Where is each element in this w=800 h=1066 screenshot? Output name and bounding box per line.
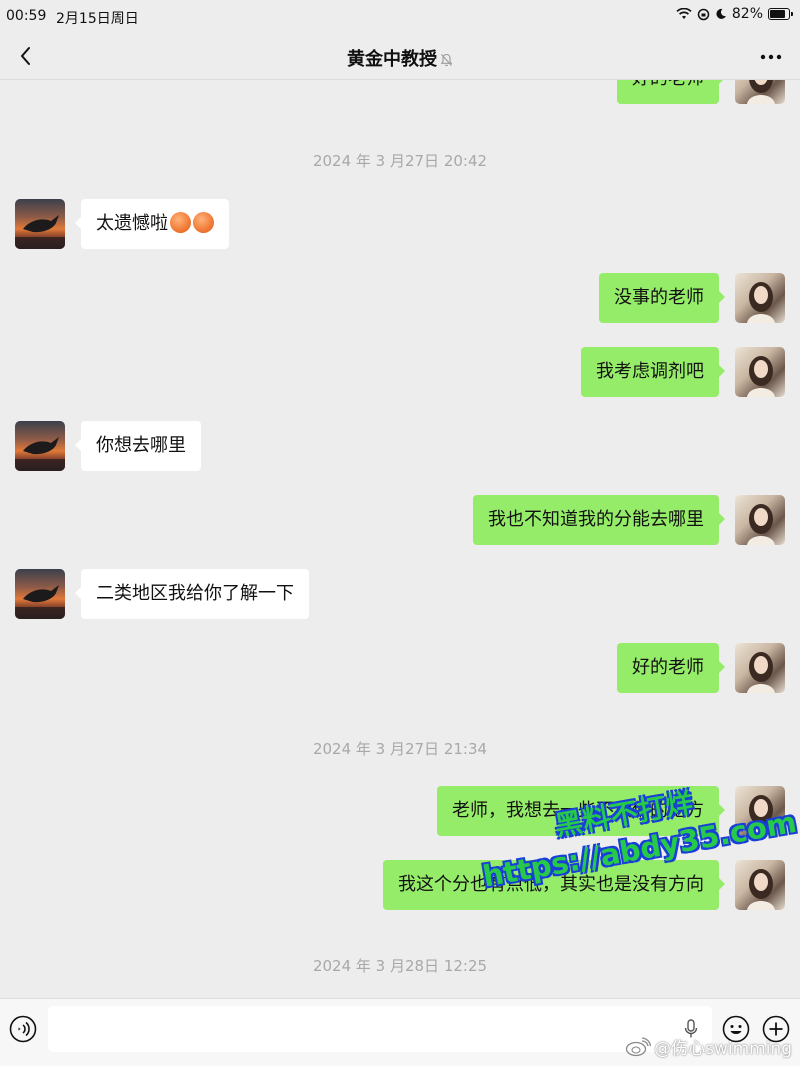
message-bubble-outgoing[interactable]: 我也不知道我的分能去哪里 (473, 495, 725, 545)
voice-icon[interactable] (9, 1015, 37, 1043)
avatar-contact[interactable] (15, 569, 65, 619)
status-date: 2月15日周日 (56, 11, 139, 27)
message-bubble-incoming[interactable]: 二类地区我给你了解一下 (75, 569, 309, 619)
message-bubble-outgoing[interactable]: 我考虑调剂吧 (581, 347, 725, 397)
battery-icon (768, 8, 793, 20)
avatar-portrait-icon (747, 80, 775, 104)
message-bubble-outgoing[interactable]: 没事的老师 (599, 273, 725, 323)
avatar-portrait-icon (747, 795, 775, 836)
avatar-contact[interactable] (15, 199, 65, 249)
chat-title-group: 黄金中教授 (0, 45, 800, 71)
message-bubble-incoming[interactable]: 太遗憾啦 (75, 199, 229, 249)
avatar-self[interactable] (735, 786, 785, 836)
message-bubble-outgoing[interactable]: 我这个分也有点低，其实也是没有方向 (383, 860, 725, 910)
message-row: 我考虑调剂吧 (0, 347, 800, 399)
emoji-face-icon (193, 211, 214, 233)
message-row: 你想去哪里 (0, 421, 800, 473)
message-bubble-incoming[interactable]: 你想去哪里 (75, 421, 201, 471)
message-row: 好的老师 (0, 80, 800, 106)
message-row: 二类地区我给你了解一下 (0, 569, 800, 621)
message-row: 我也不知道我的分能去哪里 (0, 495, 800, 547)
message-row: 老师，我想去一些不太偏的地方 (0, 786, 800, 838)
weibo-logo-icon (625, 1036, 652, 1056)
message-bubble-outgoing[interactable]: 好的老师 (617, 643, 725, 693)
battery-level (770, 10, 785, 18)
moon-icon (716, 8, 726, 19)
avatar-self[interactable] (735, 643, 785, 693)
avatar-whale-icon (15, 215, 65, 249)
message-row: 太遗憾啦 (0, 199, 800, 251)
wifi-icon (676, 8, 692, 19)
avatar-portrait-icon (747, 869, 775, 910)
chat-title: 黄金中教授 (347, 49, 437, 70)
chat-header: 黄金中教授 (0, 32, 800, 80)
avatar-self[interactable] (735, 80, 785, 104)
avatar-portrait-icon (747, 356, 775, 397)
timestamp: 2024 年 3 月28日 12:25 (312, 957, 488, 975)
avatar-portrait-icon (747, 504, 775, 545)
status-bar: 00:59 2月15日周日 82% (0, 0, 800, 32)
lock-rotation-icon (697, 8, 710, 20)
status-time: 00:59 (6, 8, 47, 24)
message-row: 没事的老师 (0, 273, 800, 325)
avatar-portrait-icon (747, 652, 775, 693)
avatar-portrait-icon (747, 282, 775, 323)
avatar-self[interactable] (735, 860, 785, 910)
status-icons: 82% (676, 6, 793, 22)
weibo-handle: @伤心swimming (654, 1039, 792, 1059)
message-input[interactable] (48, 1006, 712, 1052)
battery-percent: 82% (731, 6, 763, 22)
emoji-face-icon (170, 211, 191, 233)
message-row: 我这个分也有点低，其实也是没有方向 (0, 860, 800, 912)
message-row: 好的老师 (0, 643, 800, 695)
message-bubble-outgoing[interactable]: 老师，我想去一些不太偏的地方 (437, 786, 725, 836)
avatar-contact[interactable] (15, 421, 65, 471)
timestamp: 2024 年 3 月27日 20:42 (312, 152, 488, 170)
message-bubble-outgoing[interactable]: 好的老师 (617, 80, 725, 104)
avatar-whale-icon (15, 437, 65, 471)
avatar-whale-icon (15, 585, 65, 619)
more-dots-icon[interactable] (760, 54, 782, 60)
mute-bell-icon (440, 53, 453, 67)
weibo-watermark: @伤心swimming (625, 1034, 792, 1059)
avatar-self[interactable] (735, 347, 785, 397)
avatar-self[interactable] (735, 495, 785, 545)
timestamp: 2024 年 3 月27日 21:34 (312, 740, 488, 758)
avatar-self[interactable] (735, 273, 785, 323)
message-text: 太遗憾啦 (96, 213, 168, 234)
chat-messages[interactable]: 好的老师 2024 年 3 月27日 20:42 太遗憾啦 没事的老师 (0, 80, 800, 998)
